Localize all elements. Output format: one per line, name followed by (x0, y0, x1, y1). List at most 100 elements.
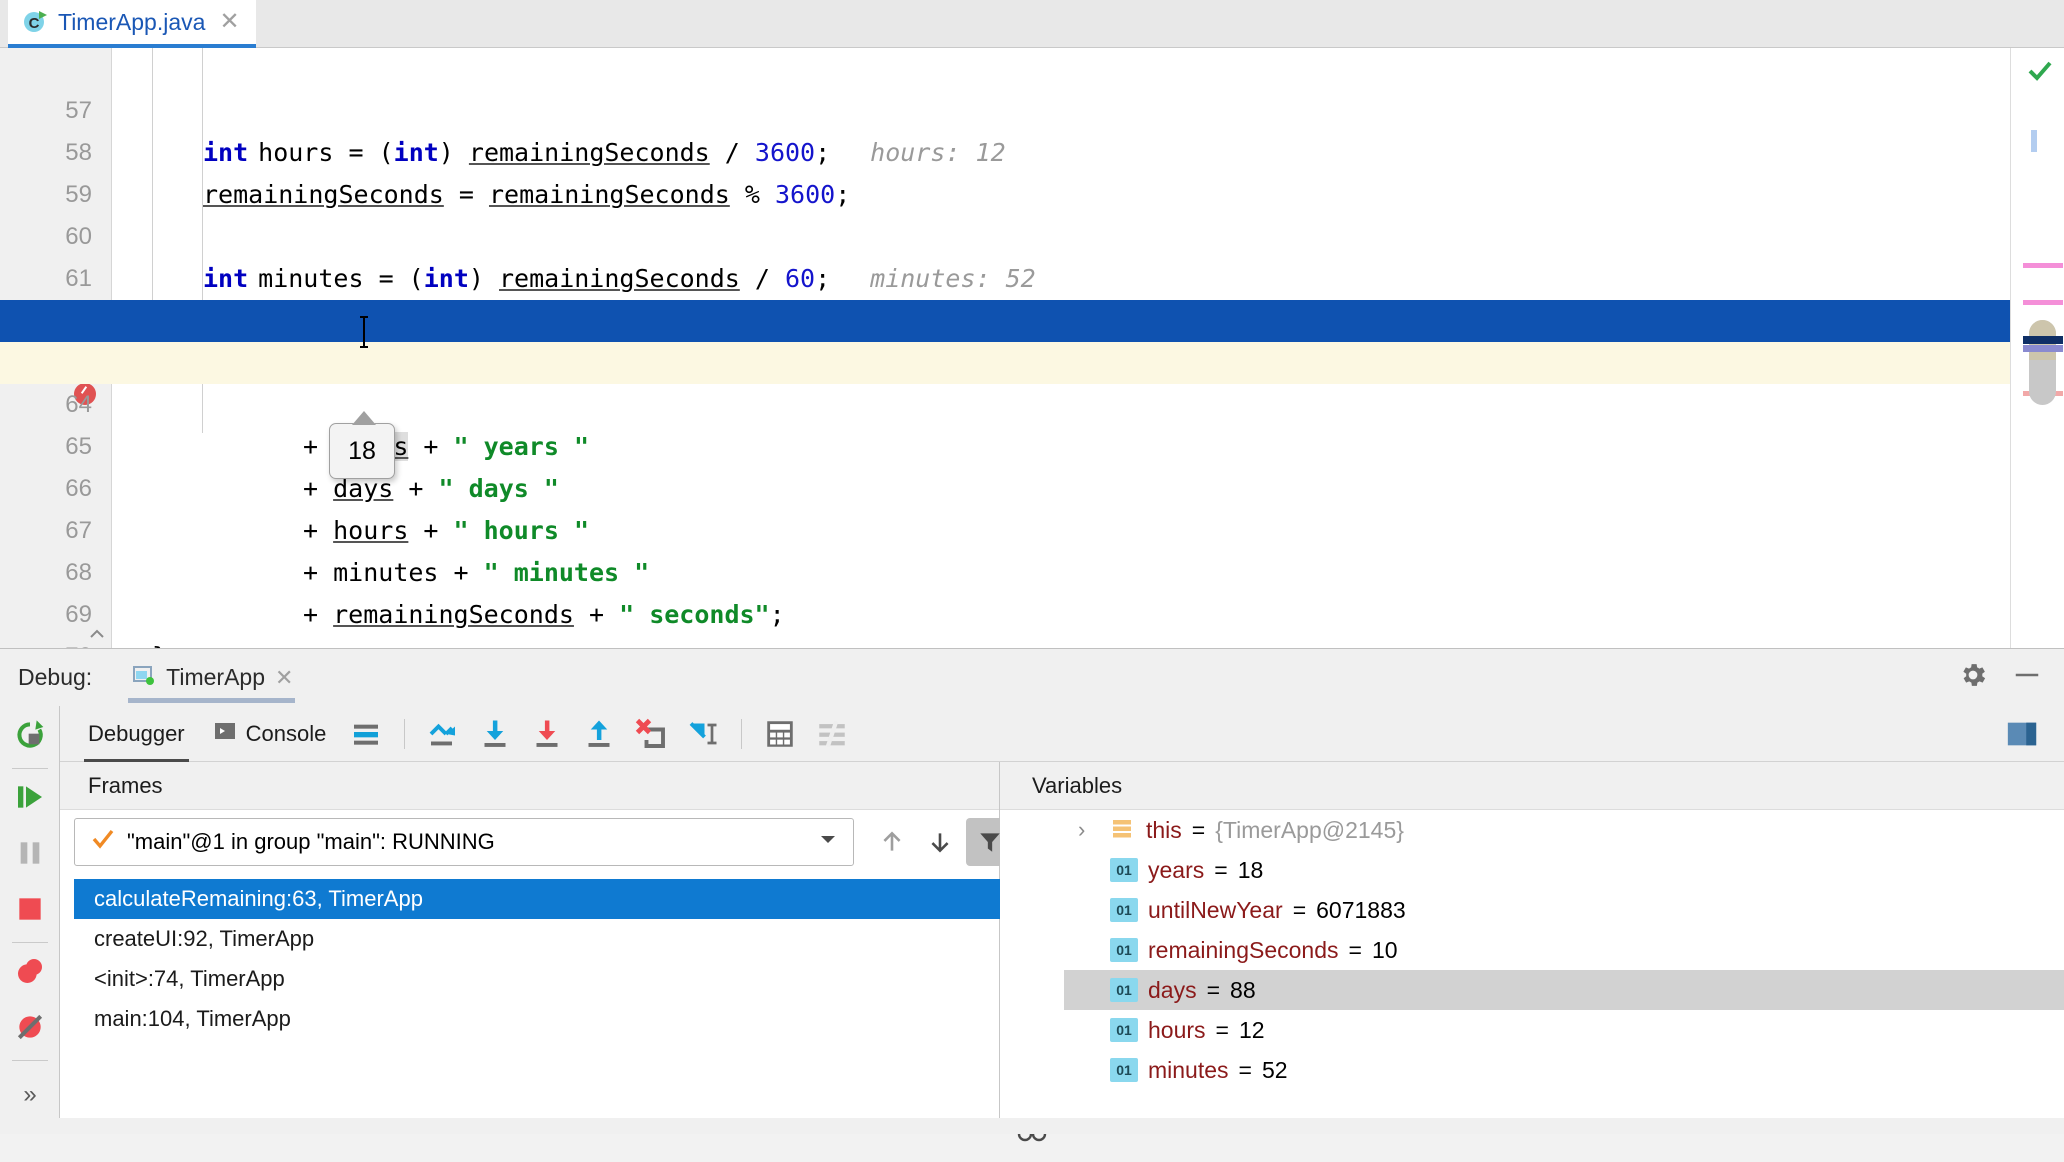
frame-row-selected[interactable]: calculateRemaining:63, TimerApp (74, 879, 1012, 919)
tab-debugger-label: Debugger (88, 720, 185, 746)
code-line-61[interactable]: 61 remainingSeconds = remainingSeconds %… (0, 216, 2010, 335)
code-line-65[interactable]: 65 + days + " days " (0, 384, 2010, 503)
debugger-tabs-row: Debugger Console (60, 706, 2064, 762)
code-line-69[interactable]: 69 } (0, 552, 2010, 671)
step-into-button[interactable] (475, 714, 515, 754)
chevron-down-icon[interactable] (817, 828, 839, 856)
variable-name: minutes (1148, 1056, 1229, 1083)
debug-session-label: TimerApp (166, 664, 266, 690)
tab-console-label: Console (245, 720, 327, 746)
variable-name: days (1148, 976, 1197, 1003)
code-line-59[interactable]: 59 (0, 132, 2010, 208)
console-icon (213, 719, 237, 749)
variable-name: untilNewYear (1148, 896, 1283, 923)
gear-icon[interactable] (1958, 660, 1988, 695)
status-strip (0, 1118, 2064, 1134)
primitive-01-icon: 01 (1110, 978, 1138, 1002)
debug-session-tab[interactable]: TimerApp ✕ (118, 649, 305, 707)
code-line-64[interactable]: 64 + years + " years " (0, 342, 2010, 461)
variable-value: 12 (1238, 1016, 1265, 1043)
tab-console[interactable]: Console (199, 706, 341, 762)
tab-debugger[interactable]: Debugger (74, 706, 199, 762)
editor-marker-strip[interactable] (2010, 48, 2064, 648)
toolbar-divider (404, 718, 406, 749)
code-line-70[interactable]: 70 (0, 594, 2010, 670)
thread-selector[interactable]: "main"@1 in group "main": RUNNING (74, 818, 854, 866)
primitive-01-icon: 01 (1110, 898, 1138, 922)
mouse-text-cursor (359, 316, 369, 348)
rerun-button[interactable] (0, 710, 60, 764)
frames-title: Frames (60, 762, 999, 810)
java-class-icon: C (22, 9, 48, 35)
frame-row[interactable]: createUI:92, TimerApp (74, 919, 1012, 959)
variable-row-this[interactable]: › this = {TimerApp@2145} (1064, 810, 2064, 850)
frame-row[interactable]: <init>:74, TimerApp (74, 959, 1012, 999)
equals-sign: = (1238, 1056, 1252, 1083)
step-over-button[interactable] (423, 714, 463, 754)
mute-breakpoints-icon (14, 1011, 46, 1048)
editor-tab-timerapp[interactable]: C TimerApp.java ✕ (8, 0, 256, 48)
variable-row-days-selected[interactable]: › 01 days = 88 (1064, 970, 2064, 1010)
variables-pane: Variables › this = {TimerApp@2145} › 01 … (1000, 762, 2064, 1134)
evaluate-expression-button[interactable] (760, 714, 800, 754)
force-step-into-button[interactable] (527, 714, 567, 754)
variable-value: 52 (1261, 1056, 1288, 1083)
debug-side-toolbar: » (0, 706, 60, 1134)
code-line-57[interactable]: 57 int hours = (int) remainingSeconds / 3… (0, 48, 2010, 167)
resume-button[interactable] (0, 772, 60, 826)
variable-row-untilnewyear[interactable]: › 01 untilNewYear = 6071883 (1064, 890, 2064, 930)
code-line-63-executing[interactable]: 63 return"" (0, 300, 2010, 419)
value-tooltip: 18 (329, 411, 395, 479)
variable-row-hours[interactable]: › 01 hours = 12 (1064, 1010, 2064, 1050)
drop-frame-button[interactable] (631, 714, 671, 754)
variable-row-years[interactable]: › 01 years = 18 (1064, 850, 2064, 890)
frames-down-button[interactable] (916, 818, 964, 866)
stripe-marker-1[interactable] (2023, 263, 2063, 268)
run-to-cursor-button[interactable] (683, 714, 723, 754)
frame-list[interactable]: calculateRemaining:63, TimerApp createUI… (74, 879, 1012, 1039)
editor-tab-bar: C TimerApp.java ✕ (0, 0, 2064, 48)
exec-line-marker (2023, 336, 2063, 344)
pause-button[interactable] (0, 828, 60, 882)
caret-line-marker (2023, 345, 2063, 352)
stop-button[interactable] (0, 884, 60, 938)
frame-row[interactable]: main:104, TimerApp (74, 999, 1012, 1039)
chevron-double-right-icon: » (23, 1081, 37, 1108)
stripe-marker-2[interactable] (2023, 300, 2063, 305)
variable-value: 6071883 (1316, 896, 1406, 923)
variable-row-minutes[interactable]: › 01 minutes = 52 (1064, 1050, 2064, 1090)
code-line-62[interactable]: 62 (0, 258, 2010, 334)
equals-sign: = (1292, 896, 1307, 923)
variable-name: hours (1148, 1016, 1206, 1043)
layout-settings-icon[interactable] (346, 714, 386, 754)
code-line-58[interactable]: 58 remainingSeconds = remainingSeconds %… (0, 90, 2010, 209)
variable-row-remainingseconds[interactable]: › 01 remainingSeconds = 10 (1064, 930, 2064, 970)
toolbar-divider (741, 718, 743, 749)
minimize-icon[interactable] (2012, 660, 2042, 695)
variables-list[interactable]: › this = {TimerApp@2145} › 01 years = 18… (1064, 810, 2064, 1090)
green-check-icon[interactable] (2027, 58, 2053, 89)
code-line-60[interactable]: 60 int minutes = (int) remainingSeconds /… (0, 174, 2010, 293)
close-icon[interactable]: ✕ (275, 665, 293, 691)
toolbar-divider (12, 768, 48, 769)
mute-breakpoints-button[interactable] (0, 1002, 60, 1056)
close-icon[interactable]: ✕ (219, 10, 239, 34)
code-lines[interactable]: 57 int hours = (int) remainingSeconds / 3… (0, 48, 2010, 671)
equals-sign: = (1206, 976, 1221, 1003)
frames-up-button[interactable] (868, 818, 916, 866)
code-line-67[interactable]: 67 + minutes + " minutes " (0, 468, 2010, 587)
view-breakpoints-button[interactable] (0, 946, 60, 1000)
code-line-66[interactable]: 66 + hours + " hours " (0, 426, 2010, 545)
restore-layout-button[interactable] (2002, 714, 2042, 754)
equals-sign: = (1214, 856, 1228, 883)
editor-tab-label: TimerApp.java (58, 8, 206, 35)
expand-toolbar-button[interactable]: » (0, 1068, 60, 1122)
code-line-68[interactable]: 68 + remainingSeconds + " seconds"; (0, 510, 2010, 629)
primitive-01-icon: 01 (1110, 1058, 1138, 1082)
settings-button[interactable] (812, 714, 852, 754)
toolbar-divider (12, 942, 48, 943)
chevron-right-icon[interactable]: › (1078, 817, 1100, 843)
step-out-button[interactable] (579, 714, 619, 754)
code-editor[interactable]: 57 int hours = (int) remainingSeconds / 3… (0, 48, 2064, 687)
orange-check-icon (91, 827, 115, 857)
